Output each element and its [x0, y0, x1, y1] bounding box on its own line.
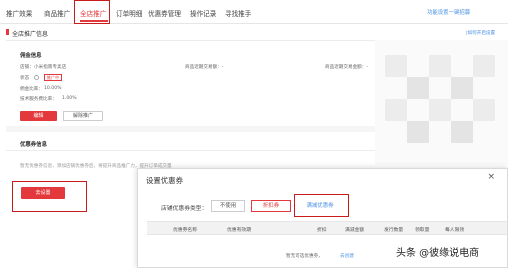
service-fee-value: 1.00%	[62, 96, 77, 101]
status-label: 状态	[20, 76, 30, 81]
tab-product-promo[interactable]: 商品推广	[44, 8, 70, 18]
commission-rate-label: 佣金比率：	[20, 87, 43, 92]
close-icon[interactable]: ×	[487, 172, 495, 182]
create-coupon-link[interactable]: 去创建	[340, 253, 354, 259]
how-to-setup-link[interactable]: |如何开启设置	[466, 30, 495, 36]
th-coupon-name: 优惠券名称	[173, 228, 197, 233]
tab-effect[interactable]: 推广效果	[6, 8, 32, 18]
tab-coupon-management[interactable]: 优惠券管理	[148, 8, 181, 18]
th-discount: 折扣	[317, 228, 327, 233]
empty-coupons-text: 暂无可选优惠券，	[286, 254, 323, 259]
th-per-person-limit: 每人限领	[445, 228, 465, 233]
coupon-type-label: 店铺优惠券类型：	[161, 206, 208, 212]
th-issue-count: 发行数量	[384, 228, 404, 233]
modal-title: 设置优惠券	[146, 176, 183, 185]
modal-header: 设置优惠券 ×	[138, 169, 507, 189]
option-discount[interactable]: 折扣券	[251, 200, 291, 212]
shop-label: 店铺：	[20, 65, 34, 70]
edit-button[interactable]: 编辑	[20, 111, 57, 121]
watermark-text: 头条 @彼缘说电商	[396, 248, 480, 259]
highlight-frame-set-button	[12, 181, 87, 212]
highlight-frame-store-promo-tab	[74, 0, 110, 24]
tab-order-details[interactable]: 订单明细	[116, 8, 142, 18]
help-icon[interactable]	[34, 75, 39, 80]
coupon-section-title: 优惠券信息	[20, 142, 47, 148]
service-fee-label: 技术服务费比率：	[20, 97, 57, 102]
commission-rate-value: 10.00%	[44, 86, 62, 91]
decorative-pattern	[375, 40, 508, 165]
commission-section-title: 佣金信息	[20, 53, 42, 59]
option-none[interactable]: 不使用	[211, 200, 245, 212]
section-title: 全店推广信息	[12, 31, 49, 38]
highlight-frame-option	[294, 194, 349, 217]
title-marker	[6, 29, 9, 35]
th-validity: 优惠有效期	[227, 228, 251, 233]
stop-promo-button[interactable]: 解除推广	[63, 111, 103, 121]
settings-recruit-link[interactable]: 功能设置一键招募	[427, 8, 470, 16]
tab-find-promoters[interactable]: 寻找推手	[225, 8, 251, 18]
th-claimed: 领取量	[415, 228, 430, 233]
status-badge: 推广中	[44, 74, 62, 81]
recent-trade-b: 商品近期交易金额：-	[325, 65, 369, 70]
coupon-table-header: 优惠券名称 优惠有效期 折扣 满减金额 发行数量 领取量 每人限领	[147, 221, 507, 235]
tab-operation-log[interactable]: 操作记录	[190, 8, 216, 18]
th-reduction-amount: 满减金额	[345, 228, 365, 233]
shop-value: 小米指南专卖店	[34, 65, 67, 70]
recent-trade-a: 商品近期交易额：-	[185, 65, 224, 70]
